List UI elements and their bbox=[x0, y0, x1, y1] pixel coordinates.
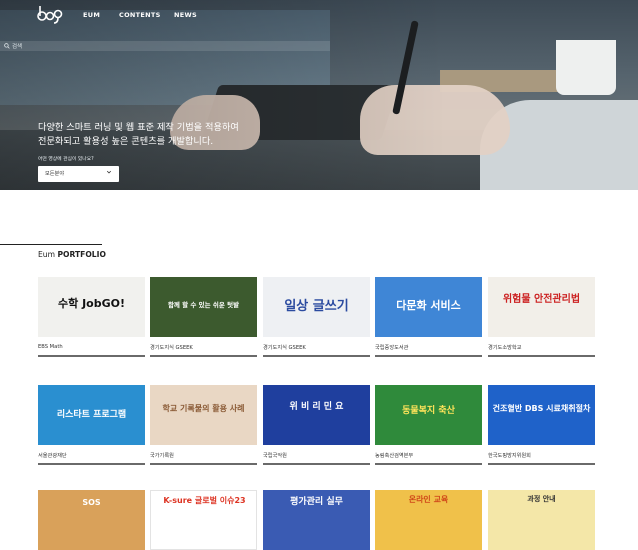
portfolio-thumbnail[interactable]: 동물복지 축산 bbox=[375, 385, 482, 445]
category-select-value: 모든분야 bbox=[45, 171, 65, 177]
nav-eum[interactable]: EUM bbox=[83, 11, 100, 19]
portfolio-thumbnail-title: 일상 글쓰기 bbox=[284, 299, 349, 314]
portfolio-thumbnail[interactable]: K-sure 글로벌 이슈23 bbox=[150, 490, 257, 550]
hero-headline: 다양한 스마트 러닝 및 웹 표준 제작 기법을 적용하여 전문화되고 활용성 … bbox=[38, 121, 268, 149]
portfolio-thumbnail-title: 학교 기록물의 활용 사례 bbox=[162, 404, 245, 413]
nav-contents[interactable]: CONTENTS bbox=[119, 11, 161, 19]
portfolio-thumbnail-title: 과정 안내 bbox=[527, 495, 556, 503]
portfolio-thumbnail-title: K-sure 글로벌 이슈23 bbox=[163, 496, 246, 505]
portfolio-thumbnail[interactable]: 수학 JobGO! bbox=[38, 277, 145, 337]
portfolio-thumbnail[interactable]: 건조혈반 DBS 시료채취절차 bbox=[488, 385, 595, 445]
portfolio-caption[interactable]: 경기도지식 GSEEK bbox=[263, 344, 306, 351]
portfolio-thumbnail-title: 리스타트 프로그램 bbox=[56, 410, 127, 420]
portfolio-underline bbox=[263, 463, 370, 465]
section-divider bbox=[0, 244, 102, 245]
portfolio-thumbnail-title: 다문화 서비스 bbox=[396, 299, 461, 312]
hero-banner: EUM CONTENTS NEWS 검색 다양한 스마트 러닝 및 웹 표준 제… bbox=[0, 0, 638, 190]
portfolio-caption[interactable]: 한국도핑방지위원회 bbox=[488, 452, 531, 459]
portfolio-caption[interactable]: 서울관광재단 bbox=[38, 452, 67, 459]
portfolio-thumbnail[interactable]: 온라인 교육 bbox=[375, 490, 482, 550]
portfolio-caption[interactable]: EBS Math bbox=[38, 344, 63, 350]
hero-headline-line2: 전문화되고 활용성 높은 콘텐츠를 개발합니다. bbox=[38, 136, 214, 147]
portfolio-thumbnail-title: 동물복지 축산 bbox=[402, 406, 455, 416]
portfolio-thumbnail-title: 평가관리 실무 bbox=[290, 497, 343, 507]
portfolio-caption[interactable]: 농림축산검역본부 bbox=[375, 452, 413, 459]
top-nav: EUM CONTENTS NEWS bbox=[0, 0, 638, 30]
nav-news[interactable]: NEWS bbox=[174, 11, 197, 19]
portfolio-underline bbox=[375, 355, 482, 357]
hero-headline-line1: 다양한 스마트 러닝 및 웹 표준 제작 기법을 적용하여 bbox=[38, 122, 239, 133]
hero-question: 어떤 영상에 관심이 있나요? bbox=[38, 157, 94, 162]
portfolio-title-prefix: Eum bbox=[38, 250, 58, 259]
portfolio-caption[interactable]: 국립중앙도서관 bbox=[375, 344, 408, 351]
search-bar[interactable]: 검색 bbox=[0, 41, 330, 51]
portfolio-thumbnail[interactable]: 함께 할 수 있는 쉬운 텃밭 bbox=[150, 277, 257, 337]
portfolio-underline bbox=[150, 463, 257, 465]
portfolio-thumbnail[interactable]: 리스타트 프로그램 bbox=[38, 385, 145, 445]
portfolio-thumbnail-title: 함께 할 수 있는 쉬운 텃밭 bbox=[167, 301, 240, 309]
portfolio-caption[interactable]: 경기도지식 GSEEK bbox=[150, 344, 193, 351]
portfolio-caption[interactable]: 경기도소방학교 bbox=[488, 344, 521, 351]
portfolio-underline bbox=[150, 355, 257, 357]
portfolio-underline bbox=[263, 355, 370, 357]
portfolio-underline bbox=[488, 355, 595, 357]
portfolio-thumbnail-title: 건조혈반 DBS 시료채취절차 bbox=[492, 404, 591, 413]
portfolio-caption[interactable]: 국가기록원 bbox=[150, 452, 174, 459]
chevron-down-icon bbox=[106, 170, 112, 174]
portfolio-thumbnail-title: 온라인 교육 bbox=[408, 495, 449, 504]
portfolio-thumbnail[interactable]: 위 비 리 민 요 bbox=[263, 385, 370, 445]
portfolio-thumbnail[interactable]: 위험물 안전관리법 bbox=[488, 277, 595, 337]
portfolio-thumbnail-title: 위 비 리 민 요 bbox=[289, 402, 344, 412]
portfolio-underline bbox=[488, 463, 595, 465]
search-label: 검색 bbox=[12, 44, 23, 50]
portfolio-thumbnail[interactable]: 평가관리 실무 bbox=[263, 490, 370, 550]
portfolio-thumbnail-title: 수학 JobGO! bbox=[58, 297, 125, 310]
eum-logo-icon[interactable] bbox=[36, 4, 64, 24]
portfolio-caption[interactable]: 국립국악원 bbox=[263, 452, 287, 459]
portfolio-title-bold: PORTFOLIO bbox=[57, 250, 106, 259]
portfolio-thumbnail[interactable]: 과정 안내 bbox=[488, 490, 595, 550]
category-select[interactable]: 모든분야 bbox=[38, 166, 119, 182]
portfolio-thumbnail-title: SOS bbox=[82, 498, 101, 507]
portfolio-thumbnail[interactable]: 다문화 서비스 bbox=[375, 277, 482, 337]
search-icon bbox=[4, 43, 10, 49]
portfolio-thumbnail[interactable]: 일상 글쓰기 bbox=[263, 277, 370, 337]
portfolio-underline bbox=[38, 463, 145, 465]
portfolio-underline bbox=[375, 463, 482, 465]
portfolio-thumbnail[interactable]: 학교 기록물의 활용 사례 bbox=[150, 385, 257, 445]
portfolio-underline bbox=[38, 355, 145, 357]
portfolio-title: Eum PORTFOLIO bbox=[38, 250, 106, 259]
portfolio-thumbnail[interactable]: SOS bbox=[38, 490, 145, 550]
portfolio-thumbnail-title: 위험물 안전관리법 bbox=[502, 294, 581, 305]
